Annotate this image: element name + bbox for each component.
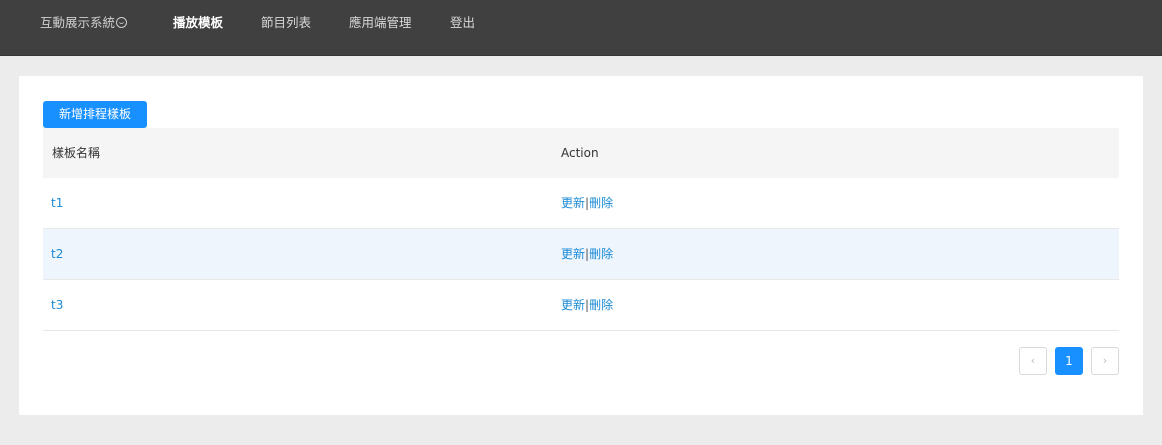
table-row: t3 更新|刪除 — [43, 280, 1119, 331]
action-cell: 更新|刪除 — [561, 229, 613, 279]
update-link[interactable]: 更新 — [561, 298, 585, 312]
chevron-left-icon: ‹ — [1030, 354, 1036, 367]
nav-item-logout[interactable]: 登出 — [450, 15, 475, 31]
brand-logo[interactable]: 互動展示系統 — [40, 15, 128, 31]
table-row: t1 更新|刪除 — [43, 178, 1119, 229]
content-panel: 新增排程樣板 樣板名稱 Action t1 更新|刪除 t2 更新|刪除 t3 … — [19, 76, 1143, 415]
chevron-right-icon: › — [1102, 354, 1108, 367]
smile-icon — [116, 17, 128, 28]
template-table: 樣板名稱 Action t1 更新|刪除 t2 更新|刪除 t3 更新|刪除 — [43, 128, 1119, 331]
table-row: t2 更新|刪除 — [43, 229, 1119, 280]
delete-link[interactable]: 刪除 — [589, 196, 613, 210]
action-cell: 更新|刪除 — [561, 178, 613, 228]
table-header: 樣板名稱 Action — [43, 128, 1119, 178]
pagination: ‹ 1 › — [1019, 347, 1119, 375]
template-name-link[interactable]: t2 — [51, 229, 63, 279]
column-header-action: Action — [561, 146, 599, 160]
action-cell: 更新|刪除 — [561, 280, 613, 330]
add-schedule-template-button[interactable]: 新增排程樣板 — [43, 101, 147, 128]
brand-title: 互動展示系統 — [40, 15, 116, 30]
template-name-link[interactable]: t3 — [51, 280, 63, 330]
prev-page-button[interactable]: ‹ — [1019, 347, 1047, 375]
column-header-template-name: 樣板名稱 — [52, 146, 101, 160]
update-link[interactable]: 更新 — [561, 247, 585, 261]
next-page-button[interactable]: › — [1091, 347, 1119, 375]
delete-link[interactable]: 刪除 — [589, 298, 613, 312]
nav-item-program-list[interactable]: 節目列表 — [261, 15, 311, 31]
page-number-button[interactable]: 1 — [1055, 347, 1083, 375]
top-nav-bar: 互動展示系統 播放模板 節目列表 應用端管理 登出 — [0, 0, 1162, 56]
nav-item-playback-templates[interactable]: 播放模板 — [173, 15, 223, 31]
template-name-link[interactable]: t1 — [51, 178, 63, 228]
delete-link[interactable]: 刪除 — [589, 247, 613, 261]
update-link[interactable]: 更新 — [561, 196, 585, 210]
nav-item-client-management[interactable]: 應用端管理 — [349, 15, 412, 31]
